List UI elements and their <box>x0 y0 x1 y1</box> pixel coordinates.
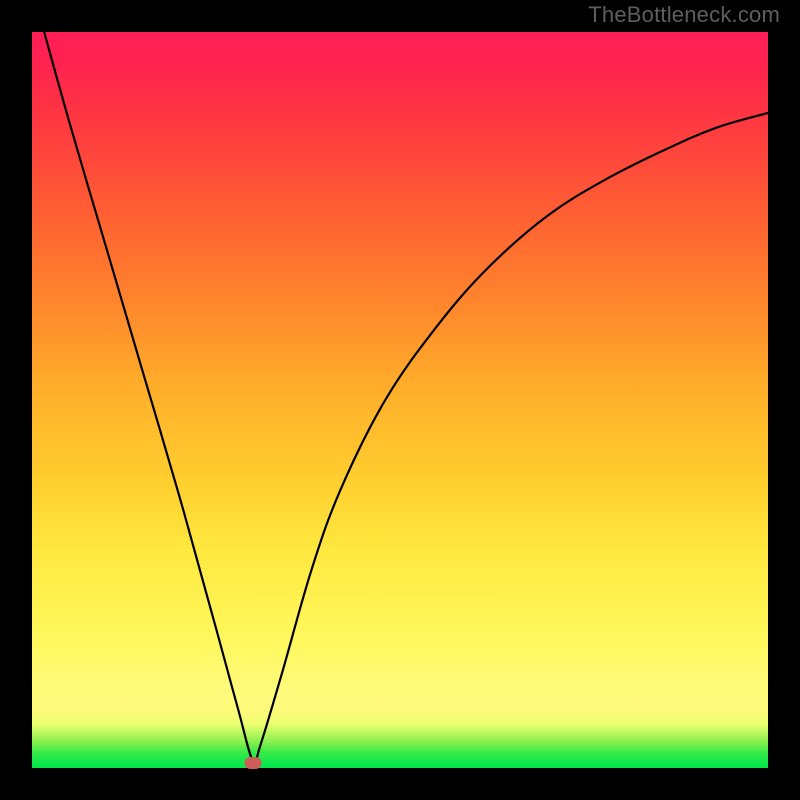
watermark-text: TheBottleneck.com <box>588 2 780 28</box>
plot-area <box>32 32 768 768</box>
bottleneck-curve <box>32 32 768 768</box>
optimal-marker <box>244 757 261 769</box>
chart-frame: TheBottleneck.com <box>0 0 800 800</box>
